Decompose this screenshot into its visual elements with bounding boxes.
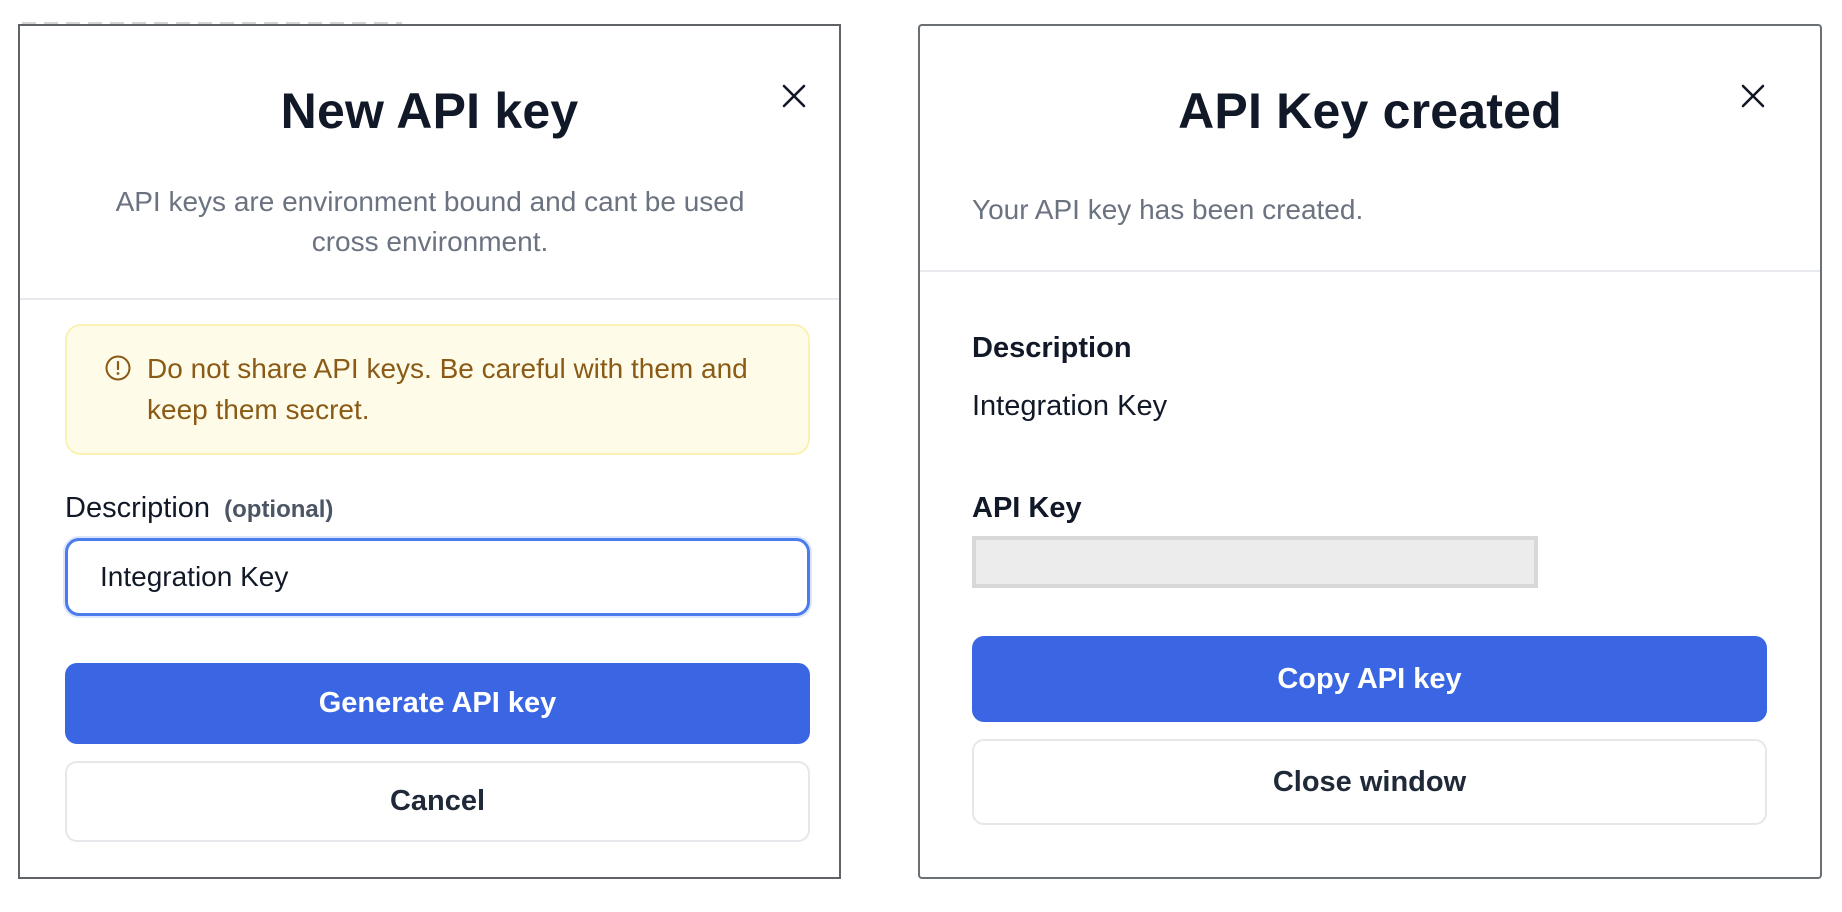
modal-subtitle: Your API key has been created. [972,194,1364,225]
modal-subtitle: API keys are environment bound and cant … [115,186,745,257]
alert-circle-icon [105,355,131,381]
generate-api-key-button[interactable]: Generate API key [65,663,810,744]
header-divider [920,270,1820,272]
optional-hint: (optional) [224,496,334,523]
description-label: Description (optional) [65,492,333,525]
description-input[interactable] [65,538,810,616]
modal-title: New API key [280,83,579,139]
header-divider [20,298,839,300]
warning-text: Do not share API keys. Be careful with t… [147,353,748,425]
api-key-label: API Key [972,492,1082,524]
copy-api-key-button[interactable]: Copy API key [972,636,1767,722]
close-window-button[interactable]: Close window [972,739,1767,825]
new-api-key-modal: New API key API keys are environment bou… [18,24,841,879]
description-label: Description [972,332,1132,364]
api-key-value-box[interactable] [972,536,1538,588]
cancel-button[interactable]: Cancel [65,761,810,842]
warning-callout: Do not share API keys. Be careful with t… [65,324,810,455]
modal-title: API Key created [1178,83,1562,139]
api-key-created-modal: API Key created Your API key has been cr… [918,24,1822,879]
description-label-text: Description [65,492,211,524]
description-value: Integration Key [972,390,1168,422]
